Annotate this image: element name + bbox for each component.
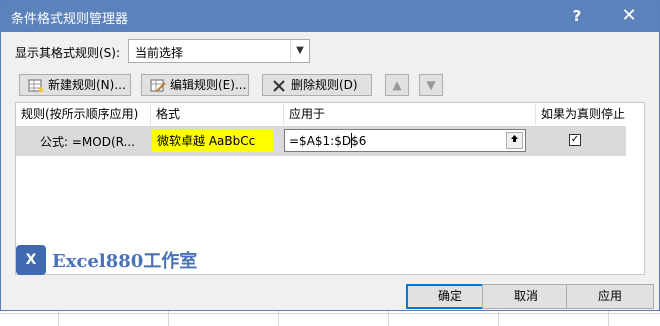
arrow-up-icon: ▲ (392, 78, 402, 92)
column-header-format[interactable]: 格式 (151, 103, 284, 125)
range-select-button[interactable] (506, 132, 523, 149)
rule-formula-cell: 公式: =MOD(R... (40, 135, 135, 149)
edit-rule-button[interactable]: 编辑规则(E)... (141, 74, 249, 96)
move-up-button[interactable]: ▲ (385, 74, 409, 96)
delete-rule-button[interactable]: 删除规则(D) (262, 74, 372, 96)
scope-selected-value: 当前选择 (135, 46, 184, 60)
rule-toolbar: 新建规则(N)... 编辑规则(E)... 删除规则(D) ▲ ▼ (15, 72, 645, 98)
delete-rule-label: 删除规则(D) (291, 78, 358, 92)
conditional-formatting-dialog: 条件格式规则管理器 ? ✕ 显示其格式规则(S): 当前选择 ▼ 新建规则(N)… (0, 0, 660, 311)
format-preview-cell: 微软卓越 AaBbCc (152, 130, 273, 152)
scope-label: 显示其格式规则(S): (15, 46, 121, 60)
applies-to-value: =$A$1:$D$6 (289, 134, 367, 148)
delete-x-icon (273, 79, 285, 92)
ok-button[interactable]: 确定 (406, 284, 494, 309)
move-down-button[interactable]: ▼ (419, 74, 443, 96)
stop-if-true-checkbox[interactable]: ✓ (569, 134, 581, 146)
help-icon[interactable]: ? (566, 6, 588, 26)
watermark-logo: X (16, 245, 46, 275)
new-rule-label: 新建规则(N)... (48, 78, 126, 92)
new-rule-button[interactable]: 新建规则(N)... (19, 74, 131, 96)
new-rule-icon (28, 79, 44, 92)
arrow-down-icon: ▼ (426, 78, 436, 92)
cancel-button[interactable]: 取消 (482, 284, 570, 309)
watermark-text: Excel880工作室 (52, 251, 198, 272)
column-header-applies-to[interactable]: 应用于 (284, 103, 536, 125)
edit-rule-icon (150, 79, 166, 92)
title-bar[interactable]: 条件格式规则管理器 ? ✕ (1, 1, 659, 32)
column-header-stop-if-true[interactable]: 如果为真则停止 (536, 103, 644, 125)
dialog-title: 条件格式规则管理器 (11, 12, 129, 27)
scope-dropdown[interactable]: 当前选择 ▼ (128, 39, 310, 63)
column-header-rule[interactable]: 规则(按所示顺序应用) (16, 103, 151, 125)
collapse-arrow-icon (511, 135, 518, 142)
edit-rule-label: 编辑规则(E)... (170, 78, 247, 92)
close-icon[interactable]: ✕ (618, 6, 640, 26)
applies-to-input[interactable]: =$A$1:$D$6 (284, 129, 526, 152)
grid-line (0, 313, 660, 314)
table-row[interactable]: 公式: =MOD(R... 微软卓越 AaBbCc =$A$1:$D$6 ✓ (16, 126, 626, 156)
text-cursor (351, 133, 352, 148)
apply-button[interactable]: 应用 (566, 284, 654, 309)
chevron-down-icon[interactable]: ▼ (290, 40, 309, 62)
